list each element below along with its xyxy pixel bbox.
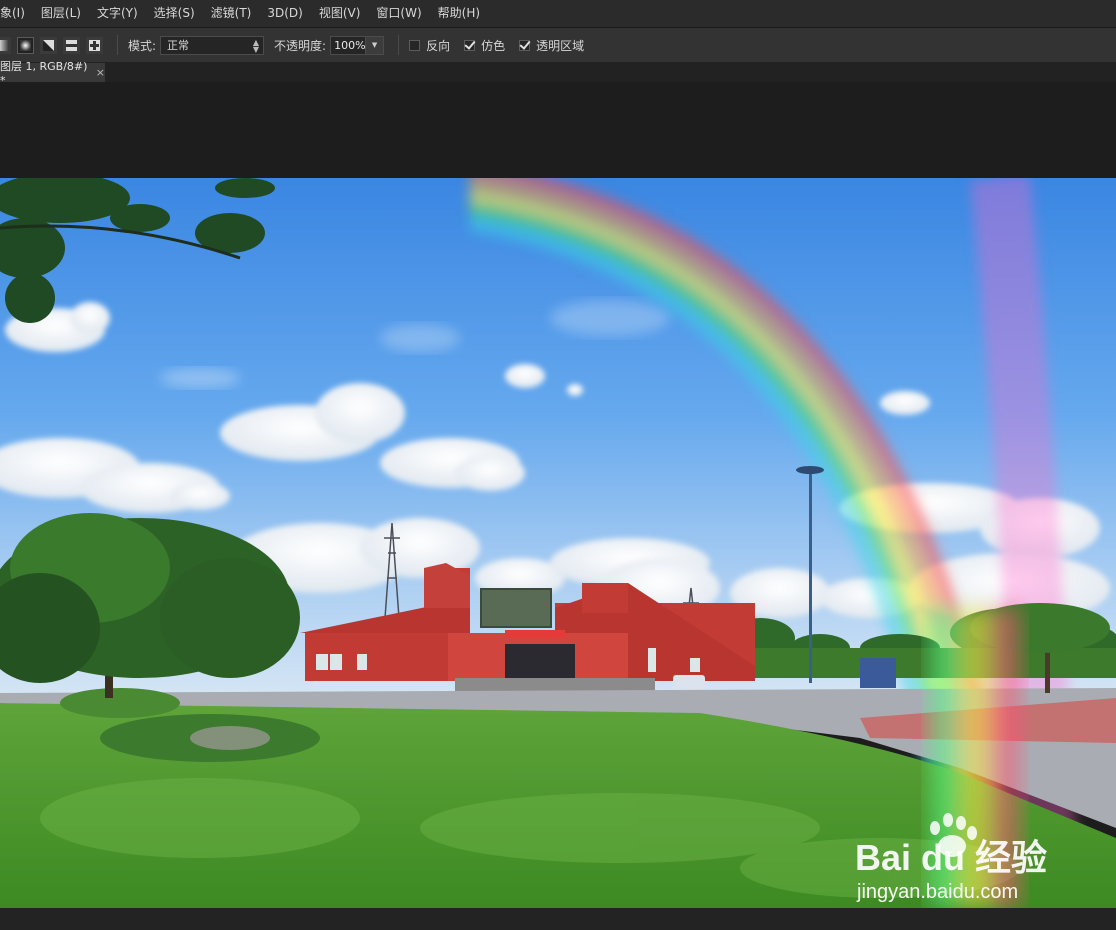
reflected-gradient-button[interactable] (63, 36, 80, 54)
menu-filter[interactable]: 滤镜(T) (203, 0, 260, 27)
car (673, 675, 705, 692)
menu-bar: 象(I) 图层(L) 文字(Y) 选择(S) 滤镜(T) 3D(D) 视图(V)… (0, 0, 1116, 28)
angle-gradient-button[interactable] (40, 36, 57, 54)
document-tab[interactable]: 图层 1, RGB/8#) * × (0, 60, 105, 87)
options-bar: 模式: 正常 ▲ ▼ 不透明度: 100% ▼ 反向 仿色 透明区域 (0, 28, 1116, 63)
menu-window[interactable]: 窗口(W) (368, 0, 429, 27)
menu-select[interactable]: 选择(S) (146, 0, 203, 27)
document-tab-bar: 图层 1, RGB/8#) * × (0, 60, 1116, 87)
dither-checkbox[interactable] (464, 39, 476, 51)
select-arrows-icon: ▲ ▼ (252, 37, 260, 54)
kiosk (860, 658, 896, 688)
mode-label: 模式: (128, 38, 157, 53)
document-canvas[interactable]: Bai du 经验 jingyan.baidu.com (0, 178, 1116, 908)
radial-gradient-icon (20, 39, 31, 51)
close-icon[interactable]: × (96, 66, 105, 79)
reflected-gradient-icon (66, 39, 77, 51)
menu-image[interactable]: 象(I) (0, 0, 33, 27)
status-bar (0, 908, 1116, 930)
transparency-option[interactable]: 透明区域 (519, 37, 584, 54)
landscape-photo: Bai du 经验 jingyan.baidu.com (0, 178, 1116, 908)
watermark-url: jingyan.baidu.com (856, 881, 1018, 903)
chevron-down-icon: ▼ (371, 41, 378, 49)
transparency-label: 透明区域 (536, 38, 585, 53)
mode-select[interactable]: 正常 ▲ ▼ (160, 35, 265, 55)
menu-3d[interactable]: 3D(D) (259, 0, 310, 27)
linear-gradient-icon (0, 39, 8, 51)
radial-gradient-button[interactable] (17, 36, 34, 54)
linear-gradient-button[interactable] (0, 36, 11, 54)
divider (117, 35, 118, 55)
menu-type[interactable]: 文字(Y) (89, 0, 146, 27)
opacity-input[interactable]: 100% (330, 35, 367, 55)
diamond-gradient-button[interactable] (86, 36, 103, 54)
watermark-brand: Bai du 经验 (855, 837, 1047, 878)
diamond-gradient-icon (89, 39, 100, 51)
menu-view[interactable]: 视图(V) (311, 0, 369, 27)
reverse-option[interactable]: 反向 (409, 37, 450, 54)
reverse-label: 反向 (426, 38, 451, 53)
opacity-label: 不透明度: (274, 38, 327, 53)
dither-option[interactable]: 仿色 (464, 37, 505, 54)
angle-gradient-icon (43, 39, 54, 51)
reverse-checkbox[interactable] (409, 39, 421, 51)
opacity-dropdown-button[interactable]: ▼ (366, 35, 385, 55)
transparency-checkbox[interactable] (519, 39, 531, 51)
divider (398, 35, 400, 55)
menu-layer[interactable]: 图层(L) (33, 0, 89, 27)
mode-value: 正常 (167, 39, 190, 52)
dither-label: 仿色 (481, 38, 506, 53)
menu-help[interactable]: 帮助(H) (430, 0, 488, 27)
